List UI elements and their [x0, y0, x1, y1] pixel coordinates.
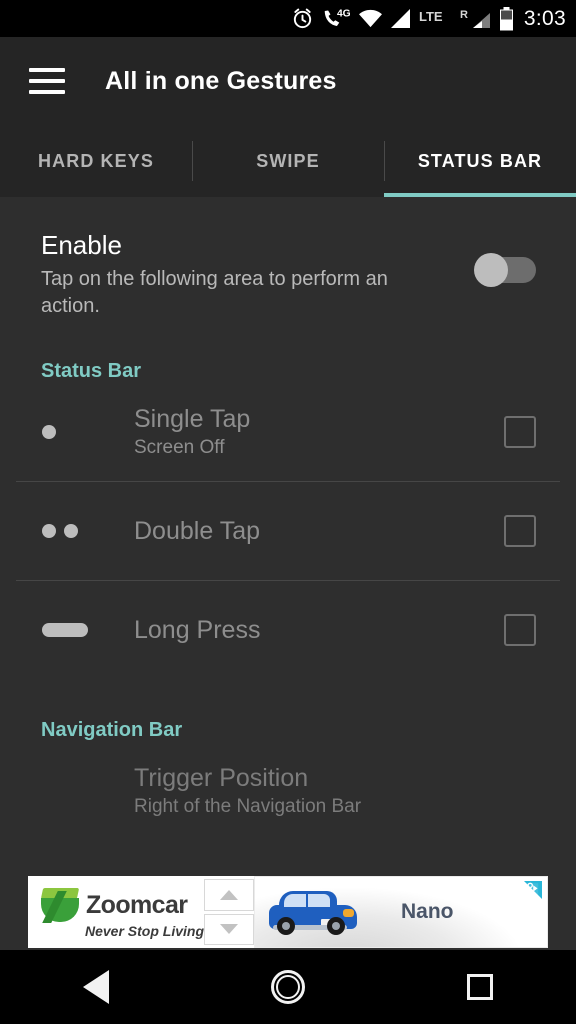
enable-title: Enable [41, 230, 122, 260]
row-single-tap-labels: Single Tap Screen Off [134, 405, 504, 459]
row-trigger-position-labels: Trigger Position Right of the Navigation… [134, 764, 552, 818]
toggle-thumb [474, 253, 508, 287]
back-triangle-icon [83, 970, 109, 1004]
battery-icon [499, 6, 514, 31]
page-title: All in one Gestures [105, 66, 337, 95]
ad-brand-row: Zoomcar [38, 885, 204, 925]
zoomcar-logo-icon [38, 885, 82, 925]
checkbox-double-tap[interactable] [504, 514, 536, 547]
phone-screen: 4G LTE R 3:03 All in one Gestures HARD K… [0, 0, 576, 1024]
enable-setting-row[interactable]: Enable Tap on the following area to perf… [0, 197, 576, 320]
home-circle-icon [271, 970, 305, 1004]
enable-description: Tap on the following area to perform an … [41, 267, 388, 317]
wifi-icon [358, 8, 383, 29]
ad-scroll-up-button[interactable] [204, 879, 254, 911]
ad-brand-name: Zoomcar [86, 890, 188, 919]
content-area: Enable Tap on the following area to perf… [0, 197, 576, 950]
checkbox-single-tap[interactable] [504, 415, 536, 448]
tab-status-bar[interactable]: STATUS BAR [384, 125, 576, 197]
row-double-tap[interactable]: Double Tap [0, 482, 576, 580]
row-long-press-labels: Long Press [134, 616, 504, 645]
call-4g-icon: 4G [321, 7, 351, 30]
alarm-icon [291, 7, 314, 30]
ad-scroll-controls[interactable] [204, 876, 254, 948]
enable-toggle-switch[interactable] [474, 253, 536, 287]
ad-product-name: Nano [401, 900, 454, 923]
adchoices-icon[interactable] [522, 879, 544, 901]
tab-swipe-label: SWIPE [256, 150, 320, 171]
row-double-tap-title: Double Tap [134, 516, 261, 545]
tab-hard-keys-label: HARD KEYS [38, 150, 154, 171]
app-bar: All in one Gestures [0, 37, 576, 125]
lte-label: LTE [419, 8, 453, 29]
tab-status-bar-label: STATUS BAR [417, 150, 543, 171]
arrow-down-icon [220, 924, 238, 935]
nav-back-button[interactable] [0, 970, 192, 1004]
ad-brand-logo: Zoomcar Never Stop Living [28, 876, 204, 948]
row-trigger-position-title: Trigger Position [134, 764, 309, 793]
svg-text:4G: 4G [337, 9, 351, 20]
section-heading-status-bar: Status Bar [41, 359, 142, 382]
svg-text:R: R [460, 9, 468, 21]
recents-square-icon [467, 974, 493, 1000]
nav-home-button[interactable] [192, 970, 384, 1004]
hamburger-menu-icon[interactable] [29, 68, 65, 94]
enable-texts: Enable Tap on the following area to perf… [41, 230, 474, 320]
section-heading-navigation-bar: Navigation Bar [41, 718, 183, 741]
long-press-pill-icon [28, 622, 134, 637]
system-status-bar: 4G LTE R 3:03 [0, 0, 576, 37]
roaming-signal-icon: R [460, 8, 492, 29]
single-dot-icon [28, 424, 134, 439]
status-bar-clock: 3:03 [523, 6, 566, 30]
android-navigation-bar [0, 950, 576, 1024]
ad-content[interactable]: Nano [254, 876, 548, 948]
ad-banner[interactable]: Zoomcar Never Stop Living Nano [28, 876, 548, 948]
ad-scroll-down-button[interactable] [204, 913, 254, 945]
signal-bars-icon [390, 8, 412, 29]
row-trigger-position-subtitle: Right of the Navigation Bar [134, 795, 362, 817]
svg-text:LTE: LTE [419, 9, 443, 24]
ad-tagline: Never Stop Living [84, 923, 204, 939]
arrow-up-icon [220, 889, 238, 900]
nav-recents-button[interactable] [384, 974, 576, 1000]
navigation-bar-section: Navigation Bar Trigger Position Right of… [0, 679, 576, 832]
double-dot-icon [28, 523, 134, 538]
checkbox-long-press[interactable] [504, 613, 536, 646]
row-long-press[interactable]: Long Press [0, 581, 576, 679]
row-single-tap[interactable]: Single Tap Screen Off [0, 383, 576, 481]
tab-hard-keys[interactable]: HARD KEYS [0, 125, 192, 197]
row-long-press-title: Long Press [134, 615, 261, 644]
row-single-tap-title: Single Tap [134, 405, 251, 434]
row-double-tap-labels: Double Tap [134, 517, 504, 546]
tab-bar: HARD KEYS SWIPE STATUS BAR [0, 125, 576, 197]
tab-swipe[interactable]: SWIPE [192, 125, 384, 197]
row-trigger-position[interactable]: Trigger Position Right of the Navigation… [0, 742, 576, 832]
row-single-tap-subtitle: Screen Off [134, 436, 225, 458]
ad-car-image [265, 889, 361, 935]
